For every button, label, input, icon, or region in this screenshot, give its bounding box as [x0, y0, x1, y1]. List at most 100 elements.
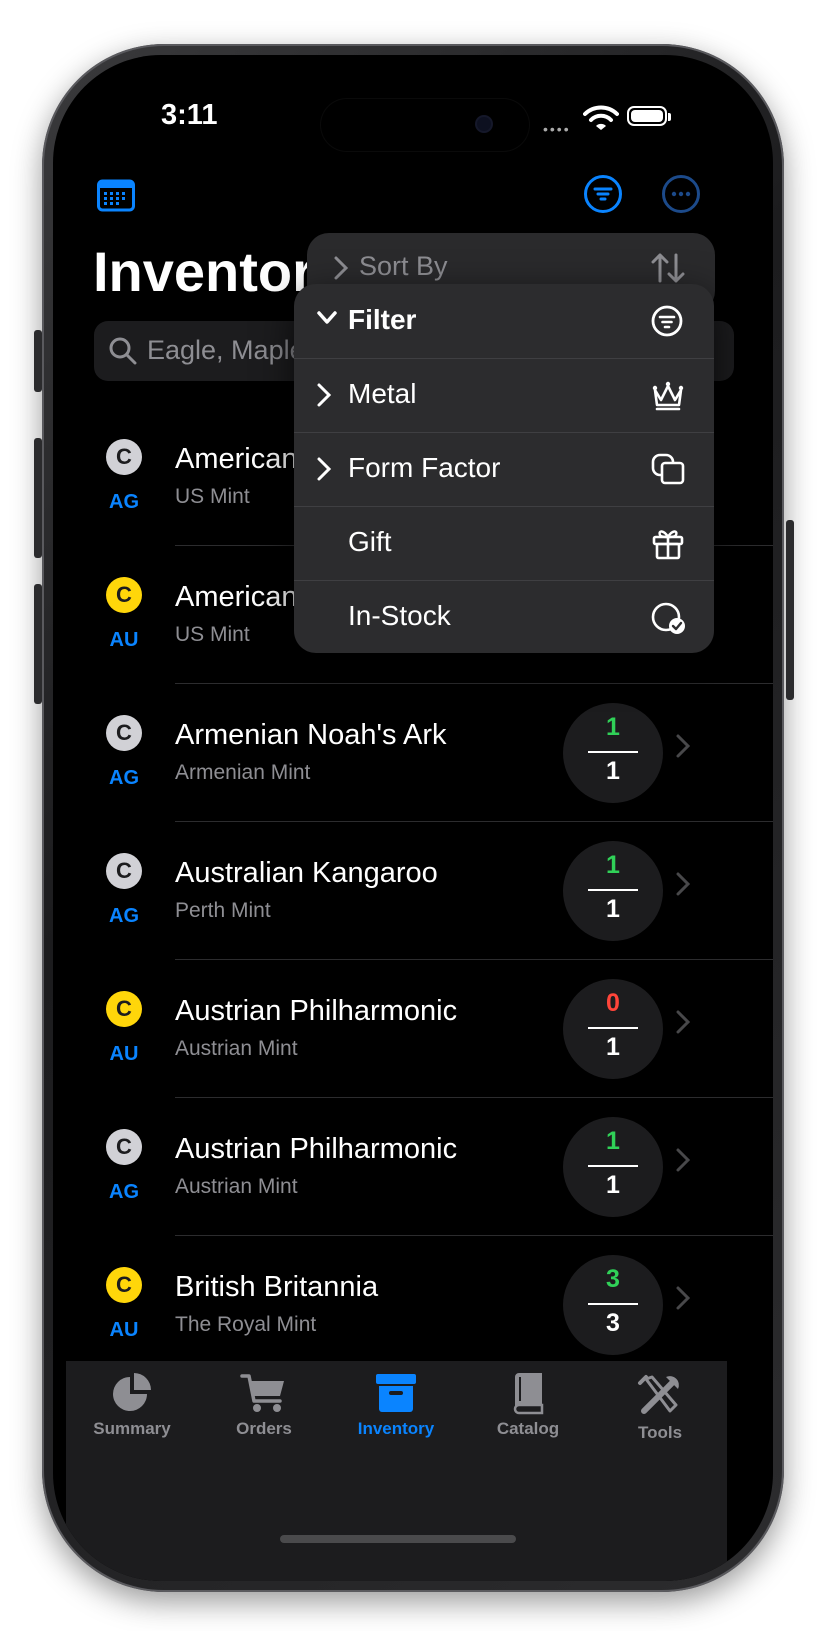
filter-circle-icon — [651, 305, 683, 337]
coin-type-badge: C — [106, 439, 142, 475]
mint-name: Armenian Mint — [175, 761, 311, 784]
list-item[interactable]: C AG Australian Kangaroo Perth Mint 1 1 — [53, 821, 773, 959]
tab-bar: Summary Orders Inventory Catalog Tools — [66, 1361, 727, 1581]
chevron-right-icon — [317, 457, 332, 481]
book-icon — [513, 1373, 544, 1415]
status-time: 3:11 — [161, 99, 218, 131]
total-count: 3 — [606, 1309, 620, 1337]
wifi-icon — [583, 105, 619, 130]
tab-label: Catalog — [496, 1419, 560, 1438]
have-count: 0 — [606, 989, 620, 1017]
list-item[interactable]: C AU British Britannia The Royal Mint 3 3 — [53, 1235, 773, 1373]
menu-item-form-factor[interactable]: Form Factor — [294, 432, 714, 506]
crown-icon — [652, 381, 684, 411]
tab-orders[interactable]: Orders — [198, 1371, 330, 1439]
menu-item-label: Gift — [348, 526, 392, 557]
tab-inventory[interactable]: Inventory — [330, 1371, 462, 1439]
metal-code: AG — [109, 491, 139, 513]
row-separator — [175, 683, 773, 684]
metal-code: AU — [109, 1043, 139, 1065]
coin-type-badge: C — [106, 991, 142, 1027]
coin-type-badge: C — [106, 1129, 142, 1165]
calendar-icon[interactable] — [97, 178, 135, 212]
row-separator — [175, 821, 773, 822]
have-count: 1 — [606, 713, 620, 741]
mint-name: The Royal Mint — [175, 1313, 317, 1336]
sort-arrows-icon — [651, 253, 685, 283]
have-count: 1 — [606, 851, 620, 879]
archive-box-icon — [376, 1374, 416, 1412]
chevron-right-icon — [676, 1010, 691, 1034]
fraction-bar — [588, 1165, 638, 1167]
menu-item-label: In-Stock — [348, 600, 451, 631]
menu-item-in-stock[interactable]: In-Stock — [294, 580, 714, 653]
coin-name: British Britannia — [175, 1271, 379, 1303]
list-item[interactable]: C AU Austrian Philharmonic Austrian Mint 0 1 — [53, 959, 773, 1097]
gift-icon — [652, 530, 684, 560]
search-icon — [109, 337, 137, 365]
tab-tools[interactable]: Tools — [594, 1371, 726, 1443]
cart-icon — [240, 1374, 284, 1412]
have-count: 3 — [606, 1265, 620, 1293]
metal-code: AU — [109, 629, 139, 651]
mint-name: Austrian Mint — [175, 1175, 298, 1198]
signal-dots: •••• — [543, 121, 571, 137]
chevron-right-icon — [334, 256, 349, 280]
tab-catalog[interactable]: Catalog — [462, 1371, 594, 1439]
screen: 3:11 •••• Inventory Eagle, Maple C AG Amer — [53, 55, 773, 1581]
chevron-right-icon — [676, 872, 691, 896]
menu-item-label: Form Factor — [348, 452, 501, 483]
sort-by-label: Sort By — [359, 251, 448, 281]
home-indicator — [280, 1535, 516, 1543]
ellipsis-icon — [671, 191, 691, 197]
mint-name: US Mint — [175, 623, 250, 646]
stock-count: 33 — [563, 1255, 663, 1355]
pie-chart-icon — [113, 1373, 151, 1411]
more-button[interactable] — [662, 175, 700, 213]
battery-icon — [627, 106, 671, 126]
filter-lines-icon — [593, 187, 613, 201]
have-count: 1 — [606, 1127, 620, 1155]
menu-item-gift[interactable]: Gift — [294, 506, 714, 580]
tab-label: Inventory — [357, 1419, 435, 1438]
menu-item-label: Metal — [348, 378, 417, 409]
fraction-bar — [588, 751, 638, 753]
circle-check-icon — [651, 602, 685, 634]
volume-up-button — [34, 438, 42, 558]
squares-icon — [651, 453, 685, 485]
metal-code: AG — [109, 767, 139, 789]
metal-code: AG — [109, 1181, 139, 1203]
fraction-bar — [588, 1303, 638, 1305]
volume-down-button — [34, 584, 42, 704]
stock-count: 11 — [563, 703, 663, 803]
chevron-right-icon — [676, 1286, 691, 1310]
chevron-down-icon — [317, 311, 337, 324]
stock-count: 11 — [563, 841, 663, 941]
search-placeholder: Eagle, Maple — [147, 335, 305, 365]
power-button — [786, 520, 794, 700]
list-item[interactable]: C AG Armenian Noah's Ark Armenian Mint 1 1 — [53, 683, 773, 821]
menu-item-metal[interactable]: Metal — [294, 358, 714, 432]
coin-name: Austrian Philharmonic — [175, 995, 458, 1027]
fraction-bar — [588, 1027, 638, 1029]
coin-type-badge: C — [106, 1267, 142, 1303]
metal-code: AG — [109, 905, 139, 927]
total-count: 1 — [606, 1171, 620, 1199]
metal-code: AU — [109, 1319, 139, 1341]
tab-label: Orders — [236, 1419, 292, 1438]
row-separator — [175, 1235, 773, 1236]
list-item[interactable]: C AG Austrian Philharmonic Austrian Mint 1 1 — [53, 1097, 773, 1235]
menu-item-filter[interactable]: Filter — [294, 284, 714, 358]
tab-summary[interactable]: Summary — [66, 1371, 198, 1439]
coin-name: Austrian Philharmonic — [175, 1133, 458, 1165]
mint-name: US Mint — [175, 485, 250, 508]
dynamic-island — [321, 99, 529, 151]
filter-button[interactable] — [584, 175, 622, 213]
row-separator — [175, 959, 773, 960]
stock-count: 01 — [563, 979, 663, 1079]
action-button — [34, 330, 42, 392]
camera-icon — [477, 117, 491, 131]
menu-item-label: Filter — [348, 304, 417, 335]
filter-menu: Filter Metal Form Factor Gift In-Stock — [294, 284, 714, 653]
tab-label: Summary — [93, 1419, 171, 1438]
